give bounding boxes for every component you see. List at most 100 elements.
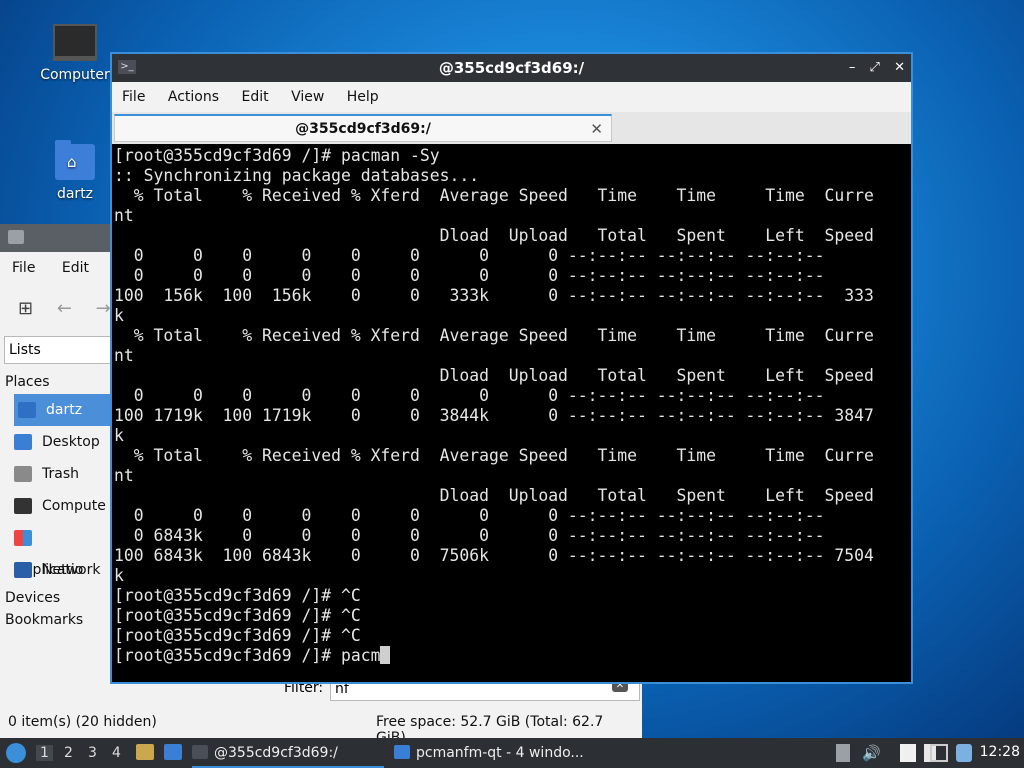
workspace-4[interactable]: 4 (112, 745, 121, 761)
home-folder-icon: ⌂ (55, 140, 95, 180)
sidebar-item-trash[interactable]: Trash (0, 458, 110, 490)
close-tab-icon[interactable]: ✕ (590, 116, 603, 142)
sidebar-item-dartz[interactable]: dartz (14, 394, 110, 426)
sidebar-item-label: Compute (42, 498, 106, 514)
sidebar-item-applications[interactable]: Applicatio (0, 522, 110, 578)
text-cursor (380, 646, 391, 664)
volume-icon[interactable]: 🔊 (862, 744, 882, 762)
minimize-icon[interactable]: – (849, 60, 856, 75)
computer-icon (53, 24, 97, 61)
terminal-tab-bar: @355cd9cf3d69:/ ✕ (112, 112, 911, 144)
tab-label: @355cd9cf3d69:/ (295, 121, 431, 137)
terminal-line: 100 6843k 100 6843k 0 0 7506k 0 --:--:--… (114, 546, 874, 565)
terminal-line: % Total % Received % Xferd Average Speed… (114, 446, 874, 465)
menu-edit[interactable]: Edit (241, 89, 268, 105)
window-controls: – ⤢ ✕ (839, 54, 905, 82)
terminal-line: Dload Upload Total Spent Left Speed (114, 226, 874, 245)
terminal-tab[interactable]: @355cd9cf3d69:/ ✕ (114, 114, 612, 142)
clock[interactable]: 12:28 (980, 744, 1020, 760)
sidebar-item-label: Desktop (42, 434, 100, 450)
applications-icon (14, 530, 32, 546)
back-arrow-icon[interactable]: ← (57, 298, 72, 319)
file-manager-launcher-icon[interactable] (136, 744, 154, 760)
terminal-lines: [root@355cd9cf3d69 /]# pacman -Sy :: Syn… (114, 146, 911, 646)
computer-icon (14, 498, 32, 514)
update-icon[interactable] (956, 744, 972, 762)
menu-actions[interactable]: Actions (168, 89, 219, 105)
tray-keyboard-icon[interactable] (836, 744, 850, 762)
terminal-line: k (114, 426, 124, 445)
task-label: pcmanfm-qt - 4 windo... (416, 745, 584, 761)
workspace-2[interactable]: 2 (64, 745, 73, 761)
terminal-line: 0 6843k 0 0 0 0 0 0 --:--:-- --:--:-- --… (114, 526, 825, 545)
menu-edit[interactable]: Edit (62, 260, 89, 276)
terminal-line: :: Synchronizing package databases... (114, 166, 480, 185)
terminal-line: k (114, 566, 124, 585)
desktop-icon-label: Computer (40, 67, 110, 83)
new-tab-icon[interactable]: ⊞ (18, 298, 33, 319)
prompt-text: [root@355cd9cf3d69 /]# pacm (114, 646, 381, 665)
terminal-menubar: File Actions Edit View Help (112, 82, 911, 112)
forward-arrow-icon[interactable]: → (96, 298, 111, 319)
desktop-icon (14, 434, 32, 450)
task-label: @355cd9cf3d69:/ (214, 745, 338, 761)
terminal-line: 0 0 0 0 0 0 0 0 --:--:-- --:--:-- --:--:… (114, 386, 825, 405)
desktop-icon-dartz[interactable]: ⌂ dartz (35, 140, 115, 202)
status-bar: 0 item(s) (20 hidden) Free space: 52.7 G… (8, 714, 634, 746)
bookmarks-header[interactable]: Bookmarks (0, 610, 110, 632)
window-title: @355cd9cf3d69:/ (438, 59, 585, 77)
workspace-1[interactable]: 1 (36, 745, 53, 761)
terminal-line: 100 156k 100 156k 0 0 333k 0 --:--:-- --… (114, 286, 874, 305)
menu-help[interactable]: Help (347, 89, 379, 105)
close-icon[interactable]: ✕ (894, 60, 905, 75)
terminal-line: nt (114, 206, 134, 225)
desktop-icon-label: dartz (56, 186, 94, 202)
workspace-3[interactable]: 3 (88, 745, 97, 761)
sidebar-item-label: Trash (42, 466, 79, 482)
network-icon (14, 562, 32, 578)
terminal-line: nt (114, 346, 134, 365)
terminal-line: 0 0 0 0 0 0 0 0 --:--:-- --:--:-- --:--:… (114, 506, 825, 525)
terminal-line: [root@355cd9cf3d69 /]# ^C (114, 606, 361, 625)
terminal-line: nt (114, 466, 134, 485)
sidebar-item-computer[interactable]: Compute (0, 490, 110, 522)
task-terminal[interactable]: @355cd9cf3d69:/ (192, 740, 384, 768)
show-desktop-icon[interactable] (164, 744, 182, 760)
menu-view[interactable]: View (291, 89, 324, 105)
terminal-icon: >_ (118, 60, 136, 74)
menu-file[interactable]: File (12, 260, 35, 276)
terminal-line: % Total % Received % Xferd Average Speed… (114, 326, 874, 345)
sidebar-item-label: Network (42, 562, 101, 578)
clipboard-icon[interactable] (900, 744, 916, 762)
sidebar-item-label: dartz (46, 402, 83, 418)
terminal-line: k (114, 306, 124, 325)
sidebar-item-desktop[interactable]: Desktop (0, 426, 110, 458)
terminal-line: % Total % Received % Xferd Average Speed… (114, 186, 874, 205)
network-icon[interactable] (930, 744, 948, 762)
taskbar: 1 2 3 4 @355cd9cf3d69:/ pcmanfm-qt - 4 w… (0, 738, 1024, 768)
terminal-line: Dload Upload Total Spent Left Speed (114, 366, 874, 385)
terminal-titlebar[interactable]: >_ @355cd9cf3d69:/ – ⤢ ✕ (112, 54, 911, 82)
maximize-icon[interactable]: ⤢ (870, 60, 880, 75)
terminal-line: [root@355cd9cf3d69 /]# ^C (114, 586, 361, 605)
terminal-window: >_ @355cd9cf3d69:/ – ⤢ ✕ File Actions Ed… (110, 52, 913, 684)
desktop-icon-computer[interactable]: Computer (35, 24, 115, 83)
terminal-line: [root@355cd9cf3d69 /]# pacman -Sy (114, 146, 440, 165)
devices-header[interactable]: Devices (0, 586, 110, 610)
menu-file[interactable]: File (122, 89, 145, 105)
sidebar-item-network[interactable]: Network (0, 554, 110, 586)
terminal-line: Dload Upload Total Spent Left Speed (114, 486, 874, 505)
folder-icon (394, 745, 410, 759)
terminal-line: 0 0 0 0 0 0 0 0 --:--:-- --:--:-- --:--:… (114, 246, 825, 265)
terminal-line: 0 0 0 0 0 0 0 0 --:--:-- --:--:-- --:--:… (114, 266, 825, 285)
home-folder-icon (18, 402, 36, 418)
start-menu-icon[interactable] (6, 743, 26, 763)
task-pcmanfm[interactable]: pcmanfm-qt - 4 windo... (394, 740, 594, 766)
terminal-prompt-line[interactable]: [root@355cd9cf3d69 /]# pacm (114, 646, 911, 666)
places-header[interactable]: Places (0, 370, 110, 394)
status-item-count: 0 item(s) (20 hidden) (8, 714, 157, 730)
terminal-line: 100 1719k 100 1719k 0 0 3844k 0 --:--:--… (114, 406, 874, 425)
terminal-line: [root@355cd9cf3d69 /]# ^C (114, 626, 361, 645)
side-pane-mode-select[interactable]: Lists (4, 336, 113, 364)
terminal-output[interactable]: [root@355cd9cf3d69 /]# pacman -Sy :: Syn… (114, 146, 911, 682)
